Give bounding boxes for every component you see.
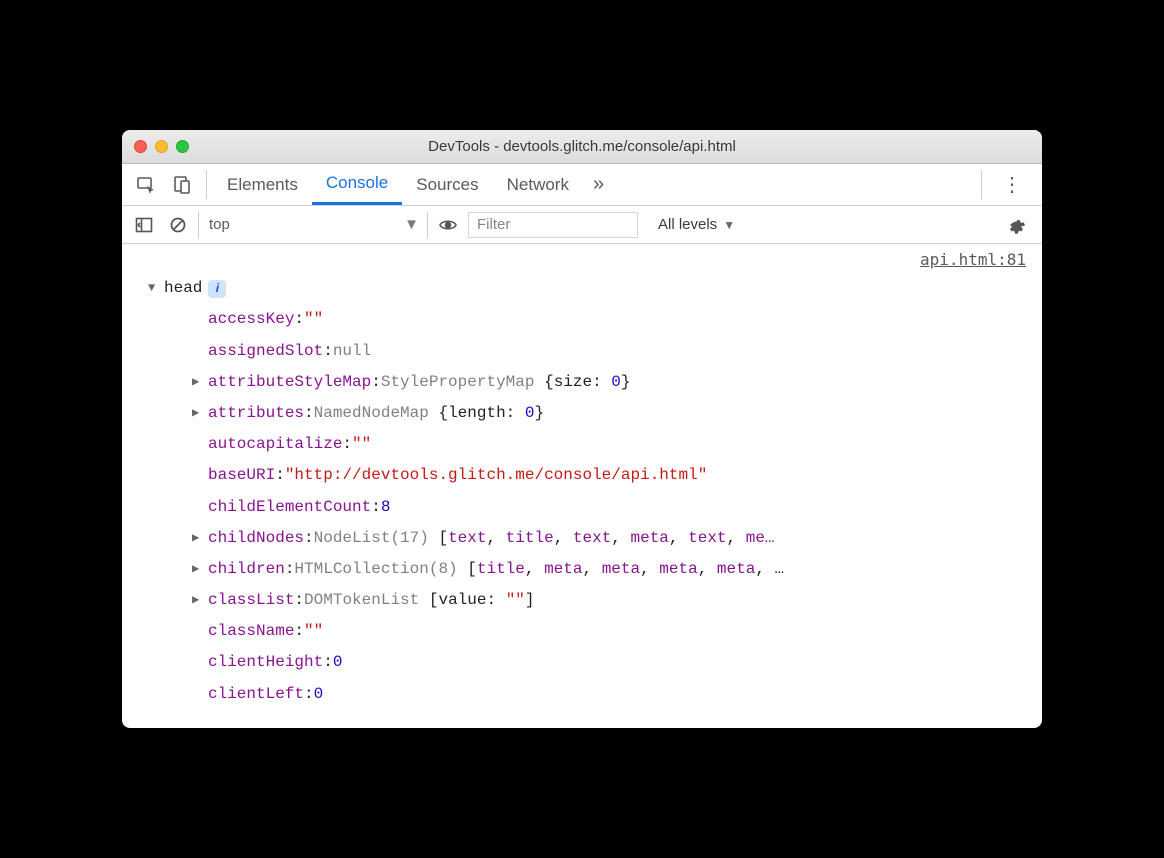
live-expression-icon[interactable] [434,215,462,235]
expand-toggle-icon[interactable] [192,589,204,612]
property-key: attributeStyleMap [208,367,371,398]
tab-elements[interactable]: Elements [213,164,312,205]
property-key: childElementCount [208,492,371,523]
levels-label: All levels [658,216,717,233]
execution-context-select[interactable]: top ▼ [198,211,428,239]
expand-toggle-icon[interactable] [192,527,204,550]
property-value: HTMLCollection(8) [title, meta, meta, me… [294,554,784,585]
property-value: null [333,336,371,367]
property-key: baseURI [208,460,275,491]
tab-console[interactable]: Console [312,164,402,205]
chevron-down-icon: ▼ [723,218,735,232]
property-key: attributes [208,398,304,429]
console-settings-icon[interactable] [998,215,1034,235]
property-row: clientLeft: 0 [148,679,1030,710]
property-value: NodeList(17) [text, title, text, meta, t… [314,523,775,554]
inspect-element-icon[interactable] [128,164,164,205]
titlebar: DevTools - devtools.glitch.me/console/ap… [122,130,1042,164]
property-row[interactable]: attributeStyleMap: StylePropertyMap {siz… [148,367,1030,398]
property-key: children [208,554,285,585]
console-toolbar: top ▼ All levels ▼ [122,206,1042,244]
property-row[interactable]: childNodes: NodeList(17) [text, title, t… [148,523,1030,554]
property-key: clientHeight [208,647,323,678]
property-value: DOMTokenList [value: ""] [304,585,534,616]
divider [206,170,207,199]
source-link[interactable]: api.html:81 [122,244,1042,269]
property-key: classList [208,585,294,616]
property-key: assignedSlot [208,336,323,367]
tab-label: Elements [227,175,298,195]
expand-toggle-icon[interactable] [192,371,204,394]
device-toolbar-icon[interactable] [164,164,200,205]
expand-toggle-icon[interactable] [192,558,204,581]
chevron-down-icon: ▼ [404,216,419,233]
tabs-overflow-button[interactable]: » [583,164,614,205]
property-value: 0 [333,647,343,678]
tab-sources[interactable]: Sources [402,164,492,205]
property-value: "" [304,304,323,335]
property-row: assignedSlot: null [148,336,1030,367]
console-output: head i accessKey: ""assignedSlot: nullat… [122,269,1042,728]
tab-label: Console [326,173,388,193]
kebab-menu-icon[interactable]: ⋮ [988,164,1036,205]
property-key: accessKey [208,304,294,335]
property-key: autocapitalize [208,429,342,460]
expand-toggle-icon[interactable] [192,402,204,425]
property-value: "http://devtools.glitch.me/console/api.h… [285,460,707,491]
divider [981,170,982,199]
toggle-console-sidebar-icon[interactable] [130,211,158,239]
property-row[interactable]: classList: DOMTokenList [value: ""] [148,585,1030,616]
property-value: StylePropertyMap {size: 0} [381,367,631,398]
property-row: childElementCount: 8 [148,492,1030,523]
filter-input[interactable] [468,212,638,238]
object-name: head [164,273,202,304]
tab-label: Sources [416,175,478,195]
property-value: 0 [314,679,324,710]
property-value: "" [352,429,371,460]
window-title: DevTools - devtools.glitch.me/console/ap… [122,138,1042,155]
property-row[interactable]: attributes: NamedNodeMap {length: 0} [148,398,1030,429]
property-row: className: "" [148,616,1030,647]
tab-network[interactable]: Network [493,164,583,205]
property-key: className [208,616,294,647]
info-badge-icon[interactable]: i [208,280,226,298]
property-key: clientLeft [208,679,304,710]
property-row: autocapitalize: "" [148,429,1030,460]
clear-console-icon[interactable] [164,211,192,239]
object-header-row[interactable]: head i [148,273,1030,304]
property-value: NamedNodeMap {length: 0} [314,398,544,429]
devtools-window: DevTools - devtools.glitch.me/console/ap… [122,130,1042,728]
property-value: 8 [381,492,391,523]
tab-label: Network [507,175,569,195]
context-value: top [209,216,230,233]
log-levels-select[interactable]: All levels ▼ [650,216,743,233]
main-tabbar: Elements Console Sources Network » ⋮ [122,164,1042,206]
property-value: "" [304,616,323,647]
property-key: childNodes [208,523,304,554]
property-row: accessKey: "" [148,304,1030,335]
expand-toggle-icon[interactable] [148,277,160,300]
property-row[interactable]: children: HTMLCollection(8) [title, meta… [148,554,1030,585]
property-row: clientHeight: 0 [148,647,1030,678]
property-row: baseURI: "http://devtools.glitch.me/cons… [148,460,1030,491]
